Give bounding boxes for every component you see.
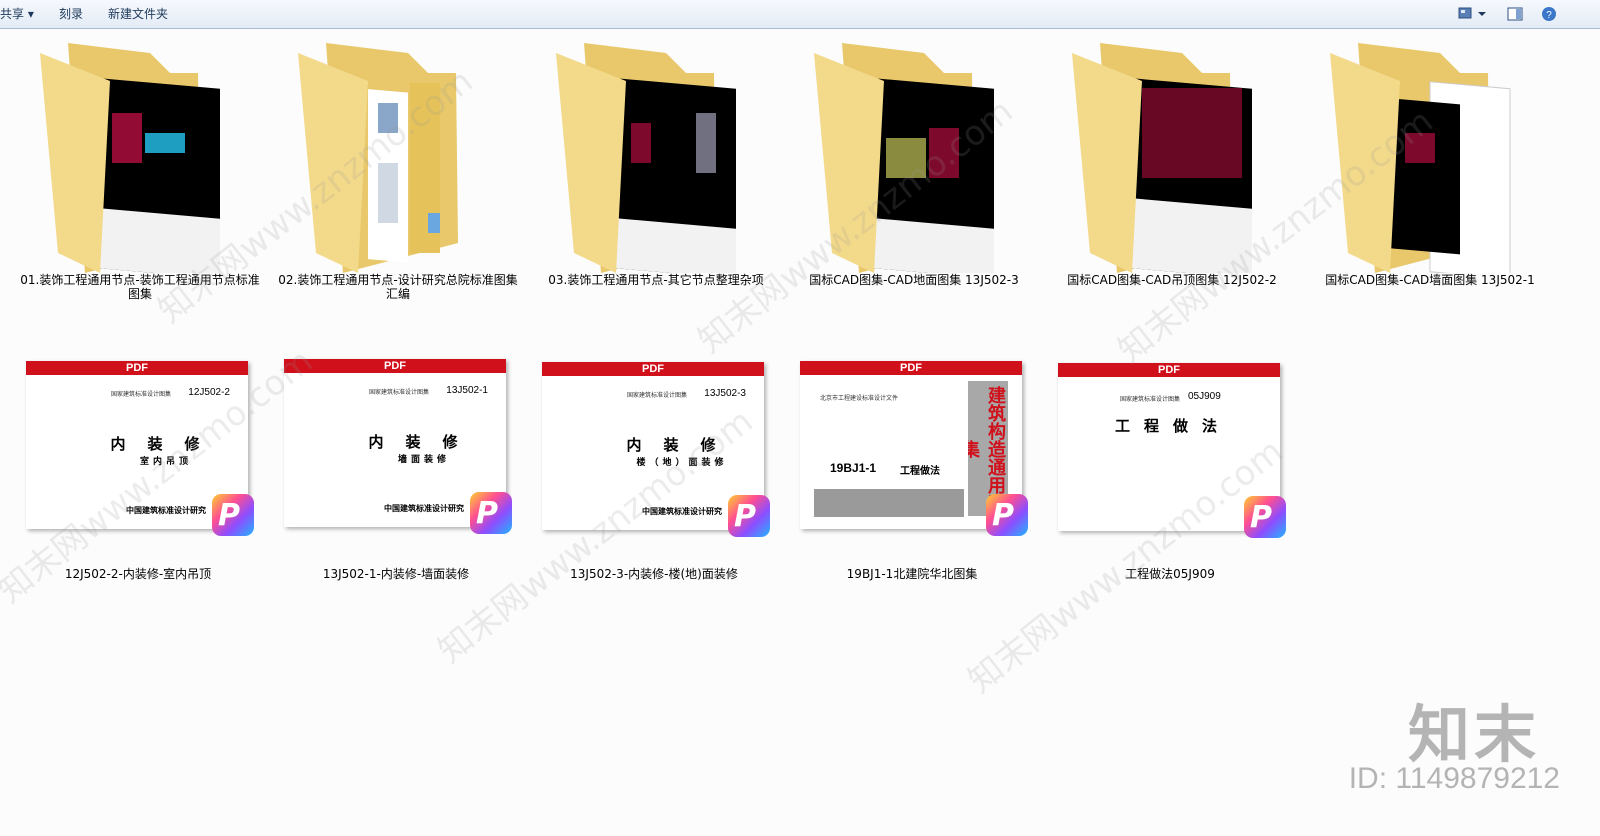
preview-pane-button[interactable] (1507, 6, 1523, 22)
pdf-reader-app-icon: P (1244, 496, 1286, 538)
folder-label: 02.装饰工程通用节点-设计研究总院标准图集汇编 (278, 273, 518, 301)
folder-item[interactable]: 03.装饰工程通用节点-其它节点整理杂项 (536, 35, 776, 305)
folder-label: 03.装饰工程通用节点-其它节点整理杂项 (548, 273, 764, 287)
folder-label: 国标CAD图集-CAD墙面图集 13J502-1 (1325, 273, 1535, 287)
pdf-code: 12J502-2 (188, 387, 230, 398)
file-label: 13J502-3-内装修-楼(地)面装修 (570, 567, 738, 581)
watermark-logo: 知末 (1407, 698, 1540, 771)
pdf-badge: PDF (800, 361, 1022, 375)
folder-with-cad-icon (556, 43, 736, 273)
new-folder-button[interactable]: 新建文件夹 (108, 0, 168, 28)
pdf-header: 国家建筑标准设计图集 (111, 391, 172, 398)
pdf-badge: PDF (1058, 363, 1280, 377)
pdf-org: 中国建筑标准设计研究 (126, 506, 206, 515)
pdf-header: 北京市工程建设标准设计文件 (820, 395, 899, 402)
pdf-code: 13J502-1 (446, 385, 488, 396)
folder-with-cad-icon (814, 43, 994, 273)
pdf-header: 国家建筑标准设计图集 (1120, 396, 1181, 403)
preview-pane-icon (1507, 7, 1523, 21)
svg-text:?: ? (1546, 10, 1552, 21)
pdf-file-item[interactable]: PDF 国家建筑标准设计图集 12J502-2 内装修 室内吊顶 中国建筑标准设… (26, 361, 266, 581)
pdf-code: 19BJ1-1 (830, 461, 877, 475)
folder-label: 国标CAD图集-CAD吊顶图集 12J502-2 (1067, 273, 1277, 287)
file-list: 01.装饰工程通用节点-装饰工程通用节点标准图集 02.装饰工程通用节点-设计研… (0, 29, 1600, 836)
pdf-badge: PDF (284, 359, 506, 373)
folder-item[interactable]: 国标CAD图集-CAD吊顶图集 12J502-2 (1052, 35, 1292, 305)
folder-with-cad-icon (1072, 43, 1252, 273)
pdf-code: 13J502-3 (704, 388, 746, 399)
pdf-badge: PDF (542, 362, 764, 376)
pdf-reader-app-icon: P (212, 494, 254, 536)
file-label: 12J502-2-内装修-室内吊顶 (64, 567, 212, 581)
pdf-subtitle: 楼（地）面装修 (636, 458, 728, 468)
pdf-subtitle: 墙面装修 (397, 455, 450, 465)
folder-item[interactable]: 国标CAD图集-CAD地面图集 13J502-3 (794, 35, 1034, 305)
folder-item[interactable]: 01.装饰工程通用节点-装饰工程通用节点标准图集 (20, 35, 260, 305)
pdf-reader-app-icon: P (470, 492, 512, 534)
folder-item[interactable]: 02.装饰工程通用节点-设计研究总院标准图集汇编 (278, 35, 518, 305)
pdf-header: 国家建筑标准设计图集 (627, 392, 688, 399)
burn-button[interactable]: 刻录 (59, 0, 83, 28)
watermark-id: ID: 1149879212 (1348, 762, 1560, 795)
help-icon: ? (1542, 7, 1556, 21)
folder-with-cad-icon (40, 43, 220, 273)
pdf-footer-band (814, 489, 964, 517)
pdf-reader-app-icon: P (986, 494, 1028, 536)
pdf-title: 工程做法 (1114, 417, 1231, 435)
folder-with-documents-icon (298, 43, 458, 273)
folder-label: 01.装饰工程通用节点-装饰工程通用节点标准图集 (20, 273, 260, 301)
pdf-org: 中国建筑标准设计研究 (642, 507, 722, 516)
pdf-title: 内装修 (110, 435, 222, 453)
view-icon (1458, 7, 1486, 19)
file-label: 工程做法05J909 (1125, 567, 1215, 581)
share-button[interactable]: 共享 ▾ (0, 0, 34, 28)
folder-item[interactable]: 国标CAD图集-CAD墙面图集 13J502-1 (1310, 35, 1550, 305)
pdf-file-item[interactable]: PDF 国家建筑标准设计图集 13J502-3 内装修 楼（地）面装修 中国建筑… (542, 362, 782, 581)
pdf-header: 国家建筑标准设计图集 (369, 389, 430, 396)
pdf-file-item[interactable]: PDF 国家建筑标准设计图集 05J909 工程做法 P 工程做法05J909 (1058, 363, 1298, 581)
pdf-org: 中国建筑标准设计研究 (384, 504, 464, 513)
folder-label: 国标CAD图集-CAD地面图集 13J502-3 (809, 273, 1019, 287)
folder-with-cad-icon (1330, 43, 1511, 273)
pdf-title: 内装修 (626, 436, 738, 454)
pdf-file-item[interactable]: PDF 国家建筑标准设计图集 13J502-1 内装修 墙面装修 中国建筑标准设… (284, 359, 524, 581)
command-bar: 共享 ▾ 刻录 新建文件夹 ? (0, 0, 1600, 29)
file-label: 19BJ1-1北建院华北图集 (846, 567, 978, 581)
pdf-subtitle: 室内吊顶 (139, 457, 192, 467)
help-button[interactable]: ? (1541, 6, 1557, 22)
pdf-file-item[interactable]: PDF 北京市工程建设标准设计文件 19BJ1-1 工程做法 建筑构造通用图集 … (800, 361, 1040, 581)
view-options-button[interactable] (1458, 6, 1488, 22)
pdf-code: 05J909 (1188, 391, 1221, 402)
pdf-badge: PDF (26, 361, 248, 375)
pdf-reader-app-icon: P (728, 495, 770, 537)
pdf-title: 工程做法 (900, 466, 940, 477)
pdf-title: 内装修 (368, 433, 480, 451)
file-label: 13J502-1-内装修-墙面装修 (322, 567, 470, 581)
